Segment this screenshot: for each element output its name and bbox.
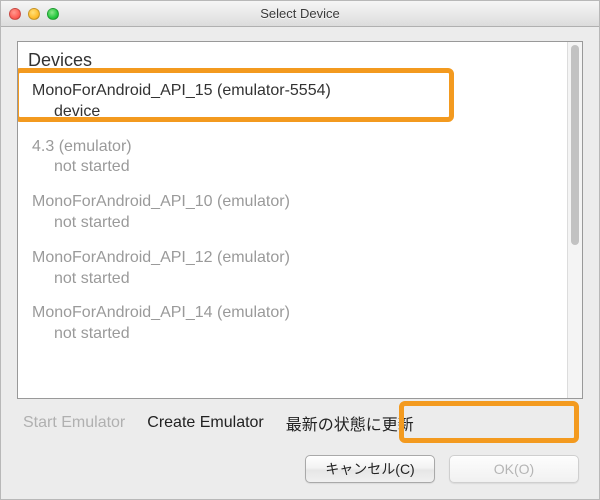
dialog-footer: キャンセル(C) OK(O) — [1, 451, 599, 499]
device-status: not started — [32, 213, 557, 234]
start-emulator-button: Start Emulator — [23, 414, 125, 432]
window-title: Select Device — [1, 6, 599, 21]
devices-header: Devices — [28, 50, 559, 71]
device-item[interactable]: MonoForAndroid_API_15 (emulator-5554) de… — [28, 77, 559, 133]
devices-panel: Devices MonoForAndroid_API_15 (emulator-… — [17, 41, 583, 399]
device-list: MonoForAndroid_API_15 (emulator-5554) de… — [28, 77, 559, 343]
ok-button[interactable]: OK(O) — [449, 455, 579, 483]
device-item[interactable]: MonoForAndroid_API_10 (emulator) not sta… — [28, 188, 559, 244]
device-item[interactable]: 4.3 (emulator) not started — [28, 133, 559, 189]
device-item[interactable]: MonoForAndroid_API_14 (emulator) not sta… — [28, 299, 559, 343]
device-item[interactable]: MonoForAndroid_API_12 (emulator) not sta… — [28, 244, 559, 300]
create-emulator-button[interactable]: Create Emulator — [147, 414, 264, 432]
select-device-dialog: Select Device Devices MonoForAndroid_API… — [0, 0, 600, 500]
device-status: device — [32, 102, 557, 123]
annotation-highlight-refresh — [399, 401, 579, 443]
titlebar: Select Device — [1, 1, 599, 27]
cancel-button[interactable]: キャンセル(C) — [305, 455, 435, 483]
device-name: MonoForAndroid_API_15 (emulator-5554) — [32, 81, 557, 102]
device-name: MonoForAndroid_API_12 (emulator) — [32, 248, 557, 269]
device-name: MonoForAndroid_API_14 (emulator) — [32, 303, 557, 324]
device-status: not started — [32, 269, 557, 290]
device-name: 4.3 (emulator) — [32, 137, 557, 158]
device-status: not started — [32, 324, 557, 345]
content-area: Devices MonoForAndroid_API_15 (emulator-… — [1, 27, 599, 451]
scrollbar[interactable] — [567, 42, 582, 398]
device-name: MonoForAndroid_API_10 (emulator) — [32, 192, 557, 213]
refresh-button[interactable]: 最新の状態に更新 — [286, 411, 414, 435]
device-status: not started — [32, 157, 557, 178]
devices-inner: Devices MonoForAndroid_API_15 (emulator-… — [18, 42, 567, 398]
scrollbar-thumb[interactable] — [571, 45, 579, 245]
action-row: Start Emulator Create Emulator 最新の状態に更新 — [17, 399, 583, 445]
